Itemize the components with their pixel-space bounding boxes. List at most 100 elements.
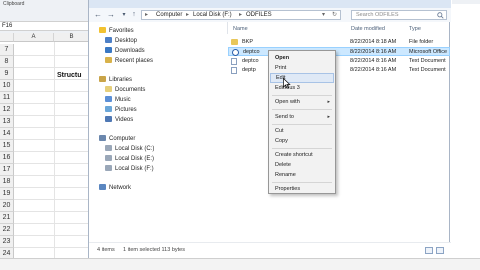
- title-bar[interactable]: [89, 0, 451, 8]
- nav-recent-places[interactable]: Recent places: [105, 57, 153, 66]
- excel-file-icon: [232, 49, 239, 56]
- clipboard-label: Clipboard: [3, 1, 25, 7]
- row-header[interactable]: 16: [0, 152, 14, 164]
- row-header[interactable]: 14: [0, 128, 14, 140]
- back-arrow-icon[interactable]: ←: [93, 10, 103, 20]
- nav-videos[interactable]: Videos: [105, 116, 133, 125]
- nav-label: Favorites: [109, 28, 134, 34]
- search-input[interactable]: Search ODFILES: [356, 11, 399, 20]
- nav-local-disk-f[interactable]: Local Disk (F:): [105, 165, 154, 174]
- formula-bar[interactable]: F16: [0, 21, 90, 31]
- file-type: Text Document: [409, 67, 446, 73]
- file-type: Text Document: [409, 58, 446, 64]
- grid-line: [14, 127, 90, 128]
- nav-label: Computer: [109, 136, 136, 142]
- row-header[interactable]: 11: [0, 92, 14, 104]
- row-header[interactable]: 10: [0, 80, 14, 92]
- row-header[interactable]: 8: [0, 56, 14, 68]
- nav-desktop[interactable]: Desktop: [105, 37, 137, 46]
- column-header-name[interactable]: Name: [233, 26, 248, 32]
- row-header[interactable]: 13: [0, 116, 14, 128]
- row-header[interactable]: 17: [0, 164, 14, 176]
- grid-line: [14, 163, 90, 164]
- row-header[interactable]: 12: [0, 104, 14, 116]
- file-row[interactable]: deptco 8/22/2014 8:16 AM Text Document: [228, 57, 450, 66]
- menu-item-cut[interactable]: Cut: [270, 126, 334, 136]
- column-header-a[interactable]: A: [14, 33, 54, 42]
- row-header[interactable]: 23: [0, 236, 14, 248]
- excel-right-area: [450, 0, 480, 258]
- nav-favorites[interactable]: Favorites: [99, 27, 134, 36]
- file-row[interactable]: deptp 8/22/2014 8:16 AM Text Document: [228, 66, 450, 75]
- menu-item-create-shortcut[interactable]: Create shortcut: [270, 150, 334, 160]
- nav-libraries[interactable]: Libraries: [99, 76, 132, 85]
- menu-item-copy[interactable]: Copy: [270, 136, 334, 146]
- pictures-icon: [105, 106, 112, 113]
- row-header[interactable]: 15: [0, 140, 14, 152]
- grid-line: [14, 79, 90, 80]
- menu-item-open[interactable]: Open: [270, 53, 334, 63]
- nav-local-disk-e[interactable]: Local Disk (E:): [105, 155, 154, 164]
- search-icon[interactable]: [437, 12, 444, 19]
- text-file-icon: [231, 67, 237, 74]
- item-count: 4 items: [97, 247, 115, 253]
- cell-b9-text[interactable]: Structu: [57, 72, 82, 79]
- row-header[interactable]: 22: [0, 224, 14, 236]
- menu-item-properties[interactable]: Properties: [270, 184, 334, 194]
- breadcrumb-chevron-icon[interactable]: ▸: [186, 11, 189, 20]
- file-row[interactable]: BKP 8/22/2014 8:18 AM File folder: [228, 38, 450, 47]
- breadcrumb-local-disk-f[interactable]: Local Disk (F:): [193, 11, 232, 20]
- menu-item-open-with[interactable]: Open with ▸: [270, 97, 334, 107]
- menu-separator: [272, 95, 332, 96]
- forward-arrow-icon[interactable]: →: [106, 10, 116, 20]
- nav-local-disk-c[interactable]: Local Disk (C:): [105, 145, 154, 154]
- grid-line: [14, 199, 90, 200]
- status-bar: 4 items 1 item selected 113 bytes: [89, 242, 451, 258]
- row-header[interactable]: 18: [0, 176, 14, 188]
- downloads-icon: [105, 47, 112, 54]
- menu-item-editplus[interactable]: EditPlus 3: [270, 83, 334, 93]
- grid-line: [14, 223, 90, 224]
- column-header-b[interactable]: B: [54, 33, 90, 42]
- row-header[interactable]: 9: [0, 68, 14, 80]
- nav-network[interactable]: Network: [99, 184, 131, 193]
- nav-music[interactable]: Music: [105, 96, 131, 105]
- select-all-corner[interactable]: [0, 33, 14, 42]
- refresh-icon[interactable]: ↻: [332, 11, 337, 20]
- file-row-selected[interactable]: deptco 8/22/2014 8:16 AM Microsoft Offic…: [228, 47, 450, 56]
- nav-pictures[interactable]: Pictures: [105, 106, 137, 115]
- row-header[interactable]: 20: [0, 200, 14, 212]
- nav-computer[interactable]: Computer: [99, 135, 135, 144]
- details-view-icon[interactable]: [425, 247, 433, 254]
- row-header[interactable]: 19: [0, 188, 14, 200]
- address-dropdown-icon[interactable]: ▾: [322, 11, 325, 20]
- search-box[interactable]: Search ODFILES: [351, 10, 447, 20]
- column-header-type[interactable]: Type: [409, 26, 421, 32]
- breadcrumb-computer[interactable]: Computer: [156, 11, 182, 20]
- breadcrumb-chevron-icon[interactable]: ▸: [239, 11, 242, 20]
- grid-line: [14, 91, 90, 92]
- nav-documents[interactable]: Documents: [105, 86, 145, 95]
- chevron-down-icon[interactable]: ▾: [119, 10, 129, 20]
- name-box[interactable]: F16: [2, 23, 12, 29]
- grid-line: [14, 175, 90, 176]
- file-name: BKP: [242, 39, 254, 45]
- menu-item-edit[interactable]: Edit: [270, 73, 334, 83]
- address-bar[interactable]: ▸ Computer ▸ Local Disk (F:) ▸ ODFILES ▾…: [141, 10, 341, 20]
- up-arrow-icon[interactable]: ↑: [129, 10, 139, 20]
- address-root-chevron-icon[interactable]: ▸: [145, 11, 148, 20]
- grid-line: [14, 55, 90, 56]
- menu-item-send-to[interactable]: Send to ▸: [270, 112, 334, 122]
- nav-label: Local Disk (C:): [115, 146, 155, 152]
- menu-item-print[interactable]: Print: [270, 63, 334, 73]
- menu-item-delete[interactable]: Delete: [270, 160, 334, 170]
- column-header-date-modified[interactable]: Date modified: [351, 26, 385, 32]
- menu-item-rename[interactable]: Rename: [270, 170, 334, 180]
- nav-downloads[interactable]: Downloads: [105, 47, 145, 56]
- nav-label: Local Disk (F:): [115, 166, 154, 172]
- row-header[interactable]: 7: [0, 44, 14, 56]
- row-header[interactable]: 21: [0, 212, 14, 224]
- grid-line: [14, 247, 90, 248]
- large-icons-view-icon[interactable]: [436, 247, 444, 254]
- breadcrumb-odfiles[interactable]: ODFILES: [246, 11, 272, 20]
